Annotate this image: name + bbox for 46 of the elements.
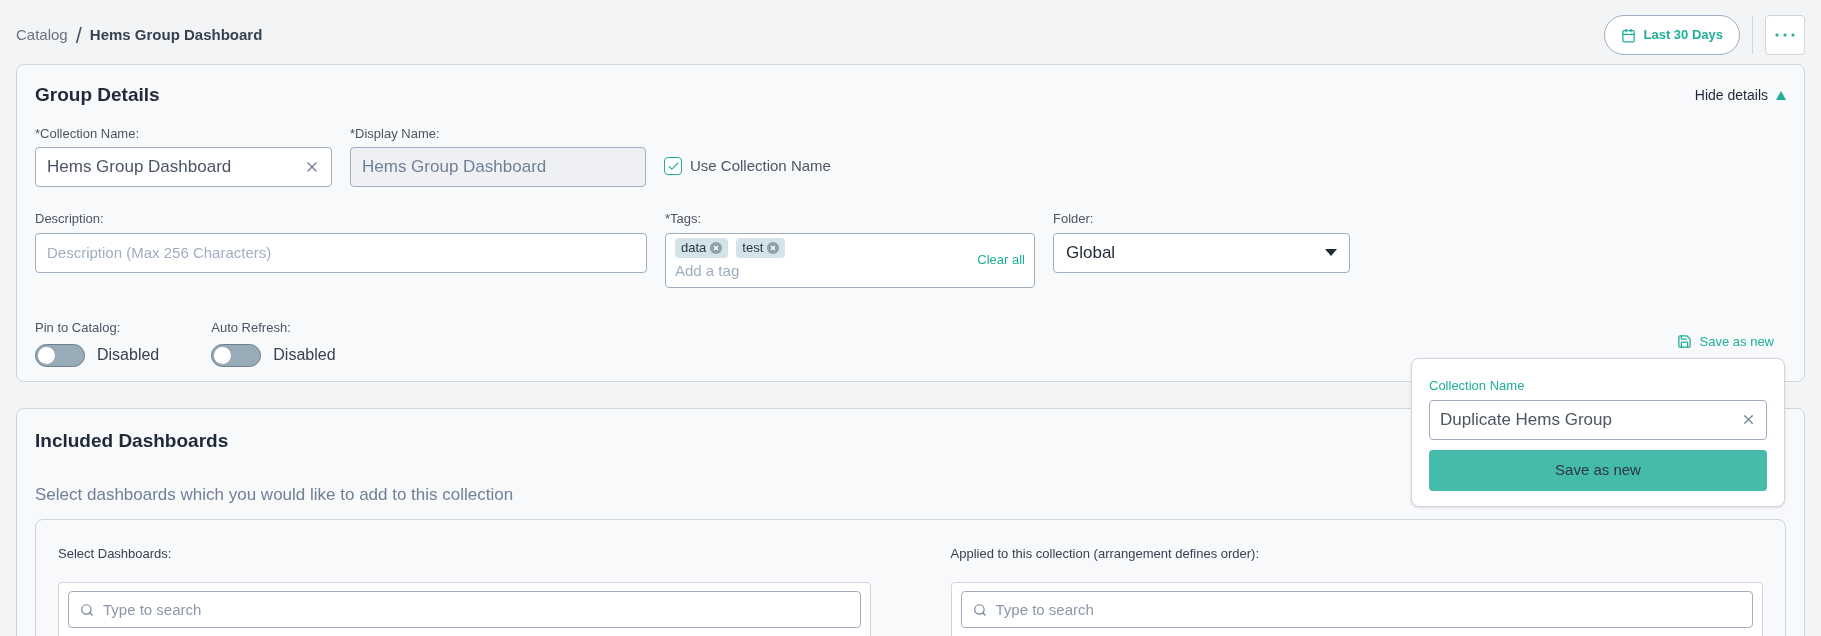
search-field[interactable]: Type to search xyxy=(68,590,861,628)
tags-field[interactable]: data test Add a tag Clear all xyxy=(665,232,1035,288)
field-label: *Tags: xyxy=(665,210,703,228)
tag-chip: data xyxy=(675,237,729,258)
breadcrumb-separator: / xyxy=(75,21,82,50)
calendar-icon xyxy=(1620,27,1636,43)
field-label: Pin to Catalog: xyxy=(35,318,122,337)
field-label: Folder: xyxy=(1053,210,1095,228)
more-icon xyxy=(1775,33,1795,37)
section-title: Group Details xyxy=(35,83,160,107)
breadcrumb-link[interactable]: Catalog xyxy=(16,23,68,47)
field-label: Collection Name xyxy=(1429,377,1526,395)
search-icon xyxy=(972,602,987,617)
remove-icon[interactable] xyxy=(767,241,780,254)
checkbox[interactable] xyxy=(664,157,682,176)
field-label: *Collection Name: xyxy=(35,124,141,143)
toggle-switch[interactable] xyxy=(35,343,85,367)
description-field[interactable]: Description (Max 256 Characters) xyxy=(35,232,647,273)
field-label: Description: xyxy=(35,210,105,228)
collection-name-field[interactable]: Duplicate Hems Group xyxy=(1429,399,1767,440)
hide-details-button[interactable]: Hide details xyxy=(1694,84,1786,106)
tag-chip: test xyxy=(736,237,786,258)
clear-all-link[interactable]: Clear all xyxy=(977,250,1025,270)
search-icon xyxy=(80,602,94,617)
dropdown-caret-icon xyxy=(1325,249,1337,256)
field-label: Auto Refresh: xyxy=(211,318,292,337)
section-title: Included Dashboards xyxy=(35,429,230,453)
checkbox-label: Use Collection Name xyxy=(690,156,831,176)
field-label: *Display Name: xyxy=(350,124,441,143)
toggle-state-label: Disabled xyxy=(97,345,160,365)
column-label: Applied to this collection (arrangement defines order): xyxy=(950,545,1261,563)
folder-dropdown[interactable]: Global xyxy=(1053,232,1350,273)
toggle-switch[interactable] xyxy=(211,343,262,367)
clear-icon[interactable] xyxy=(1741,412,1756,427)
column-label: Select Dashboards: xyxy=(58,545,173,563)
save-icon xyxy=(1676,333,1692,349)
save-as-new-link[interactable]: Save as new xyxy=(1676,331,1774,351)
toggle-state-label: Disabled xyxy=(273,345,336,365)
collection-name-field[interactable]: Hems Group Dashboard xyxy=(35,147,332,187)
tag-input[interactable]: Add a tag xyxy=(675,259,875,282)
date-range-button[interactable]: Last 30 Days xyxy=(1603,15,1740,55)
section-subtitle: Select dashboards which you would like to add to this collection xyxy=(35,483,515,506)
page-title: Hems Group Dashboard xyxy=(89,24,263,45)
search-field[interactable]: Type to search xyxy=(960,590,1753,628)
save-as-new-button[interactable]: Save as new xyxy=(1429,449,1767,491)
remove-icon[interactable] xyxy=(710,241,723,254)
